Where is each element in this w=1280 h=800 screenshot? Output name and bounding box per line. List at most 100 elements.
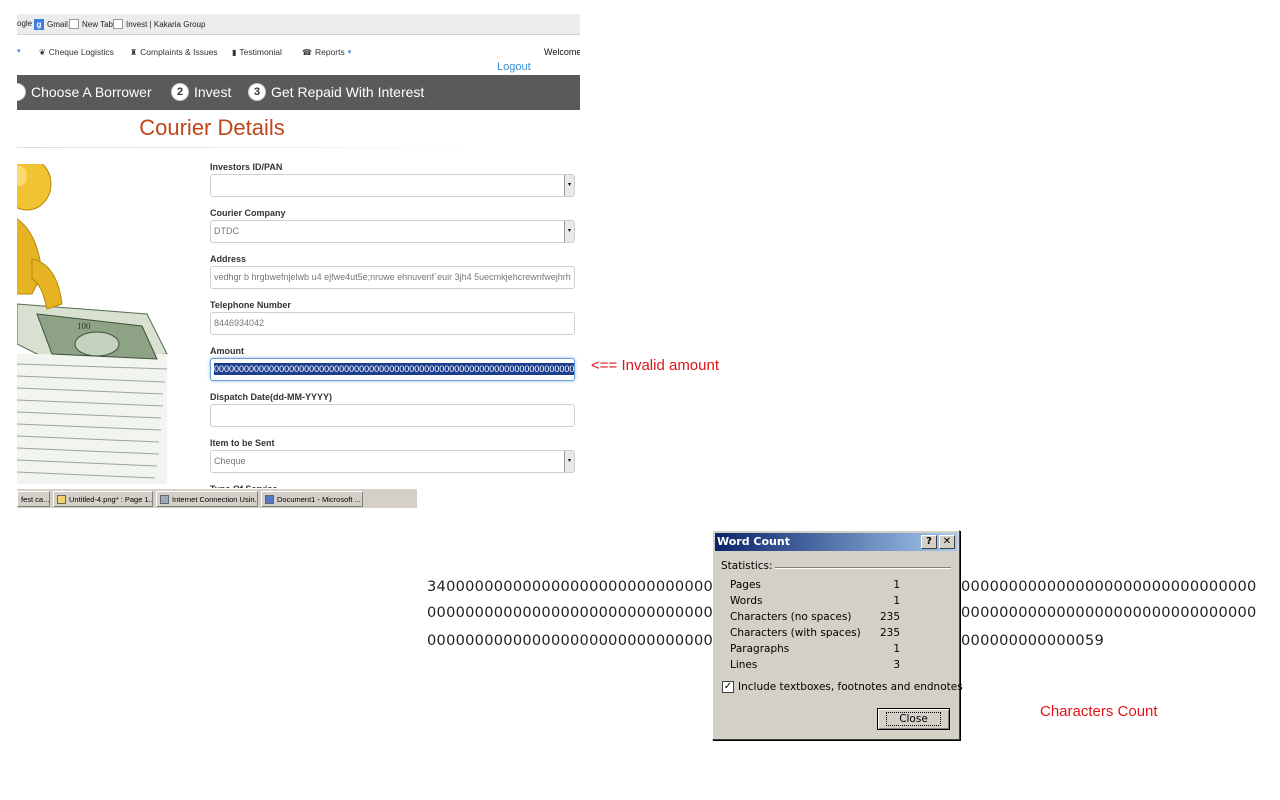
telephone-field-group: Telephone Number 8446934042 [210, 300, 576, 335]
stat-row-lines: Lines 3 [730, 659, 900, 675]
book-icon: ▮ [232, 47, 237, 57]
include-textboxes-checkbox[interactable]: ✓ Include textboxes, footnotes and endno… [722, 681, 963, 693]
courier-company-select[interactable]: DTDC ▾ [210, 220, 575, 243]
site-navbar: ▾ ❦ Cheque Logistics ♜ Complaints & Issu… [17, 35, 580, 75]
courier-company-label: Courier Company [210, 208, 286, 218]
bookmark-invest[interactable]: Invest | Kakaria Group [113, 19, 205, 29]
page-title: Courier Details [139, 115, 285, 140]
stat-row-words: Words 1 [730, 595, 900, 611]
investors-id-select[interactable]: ▾ [210, 174, 575, 197]
stat-value: 1 [893, 579, 900, 591]
close-button[interactable]: Close [877, 708, 950, 730]
amount-label: Amount [210, 346, 244, 356]
close-button-label: Close [886, 712, 941, 726]
statistics-label: Statistics: [721, 560, 773, 572]
welcome-text: Welcome [544, 47, 580, 57]
stat-label: Paragraphs [730, 643, 790, 655]
nav-label: Reports [314, 47, 345, 57]
include-textboxes-label: Include textboxes, footnotes and endnote… [738, 681, 963, 693]
taskbar-item-label: Document1 - Microsoft ... [277, 494, 361, 504]
characters-count-annotation: Characters Count [1040, 703, 1158, 720]
statistics-divider [775, 567, 951, 569]
tower-icon: ♜ [130, 47, 138, 57]
money-stack-illustration: 100 [17, 164, 168, 484]
nav-cheque-logistics[interactable]: ❦ Cheque Logistics [39, 47, 114, 57]
title-divider [17, 147, 487, 148]
stat-label: Pages [730, 579, 761, 591]
money-stack-icon: 100 [17, 303, 168, 484]
address-input[interactable]: vedhgr b hrgbwefnjelwb u4 ejfwe4ut5e;nru… [210, 266, 575, 289]
taskbar-item[interactable]: Document1 - Microsoft ... [261, 491, 363, 507]
stat-value: 235 [879, 611, 900, 623]
dropdown-arrow-icon[interactable]: ▾ [564, 451, 574, 472]
item-to-send-select[interactable]: Cheque ▾ [210, 450, 575, 473]
caret-down-icon: ▾ [17, 48, 21, 55]
logout-link[interactable]: Logout [497, 61, 531, 73]
amount-field-group: Amount 000000000000000000000000000000000… [210, 346, 576, 381]
courier-company-value: DTDC [214, 226, 239, 236]
digits-line-1-right: 0000000000000000000000000000000 [961, 578, 1257, 595]
stat-label: Characters (no spaces) [730, 611, 852, 623]
item-to-send-field-group: Item to be Sent Cheque ▾ [210, 438, 576, 473]
leaf-icon: ❦ [39, 47, 46, 57]
paint-icon [57, 494, 66, 504]
taskbar-item-label: Untitled-4.png* : Page 1... [69, 494, 153, 504]
windows-taskbar: fest ca... Untitled-4.png* : Page 1... I… [17, 488, 417, 508]
amount-selected-text: 0000000000000000000000000000000000000000… [214, 363, 574, 375]
dispatch-date-input[interactable] [210, 404, 575, 427]
nav-complaints[interactable]: ♜ Complaints & Issues [130, 47, 218, 57]
step-invest[interactable]: 2 Invest [171, 83, 231, 101]
google-icon: g [34, 19, 44, 30]
digits-line-1-left: 3400000000000000000000000000000 [427, 578, 723, 595]
caret-down-icon: ▾ [347, 49, 352, 56]
step-number: 3 [248, 83, 266, 101]
bookmark-label: Gmail [47, 20, 68, 29]
digits-line-3-right: 000000000000059 [961, 632, 1105, 649]
page-icon [69, 19, 79, 29]
telephone-label: Telephone Number [210, 300, 291, 310]
stat-row-pages: Pages 1 [730, 579, 900, 595]
stat-value: 3 [893, 659, 900, 671]
dispatch-date-label: Dispatch Date(dd-MM-YYYY) [210, 392, 333, 402]
gold-figure-icon [17, 164, 63, 310]
bookmark-google[interactable]: ogle [17, 19, 32, 28]
word-icon [265, 494, 274, 504]
stat-value: 1 [893, 595, 900, 607]
nav-testimonial[interactable]: ▮ Testimonial [232, 47, 282, 57]
close-icon[interactable]: ✕ [939, 535, 955, 549]
page-icon [113, 19, 123, 29]
invalid-amount-annotation: <== Invalid amount [591, 357, 720, 374]
address-label: Address [210, 254, 247, 264]
taskbar-item-label: Internet Connection Usin... [172, 494, 258, 504]
taskbar-item[interactable]: fest ca... [17, 491, 50, 507]
help-button[interactable]: ? [921, 535, 937, 549]
steps-bar: Choose A Borrower 2 Invest 3 Get Repaid … [17, 75, 580, 110]
digits-line-3-left: 0000000000000000000000000000000 [427, 632, 723, 649]
taskbar-item[interactable]: Internet Connection Usin... [156, 491, 258, 507]
stat-row-paragraphs: Paragraphs 1 [730, 643, 900, 659]
dispatch-date-field-group: Dispatch Date(dd-MM-YYYY) [210, 392, 576, 427]
stat-row-chars-no-spaces: Characters (no spaces) 235 [730, 611, 900, 627]
dropdown-arrow-icon[interactable]: ▾ [564, 175, 574, 196]
nav-dropdown-caret[interactable]: ▾ [17, 47, 21, 55]
dropdown-arrow-icon[interactable]: ▾ [564, 221, 574, 242]
checkbox-checked-icon[interactable]: ✓ [722, 681, 734, 693]
svg-text:100: 100 [77, 321, 91, 331]
taskbar-item[interactable]: Untitled-4.png* : Page 1... [53, 491, 153, 507]
stat-row-chars-with-spaces: Characters (with spaces) 235 [730, 627, 900, 643]
step-number: 2 [171, 83, 189, 101]
dialog-titlebar[interactable]: Word Count ? ✕ [715, 533, 957, 551]
amount-input[interactable]: 0000000000000000000000000000000000000000… [210, 358, 575, 381]
digits-line-2-left: 0000000000000000000000000000000 [427, 604, 723, 621]
step-get-repaid[interactable]: 3 Get Repaid With Interest [248, 83, 424, 101]
bookmark-new-tab[interactable]: New Tab [69, 19, 113, 29]
bookmark-gmail[interactable]: g Gmail [34, 19, 68, 30]
investors-id-label: Investors ID/PAN [210, 162, 283, 172]
step-label: Get Repaid With Interest [271, 84, 425, 100]
taskbar-item-label: fest ca... [21, 494, 50, 504]
dialog-title: Word Count [717, 535, 790, 548]
item-to-send-label: Item to be Sent [210, 438, 275, 448]
step-choose-borrower[interactable]: Choose A Borrower [17, 83, 152, 101]
telephone-input[interactable]: 8446934042 [210, 312, 575, 335]
nav-reports[interactable]: ☎ Reports ▾ [302, 47, 351, 57]
